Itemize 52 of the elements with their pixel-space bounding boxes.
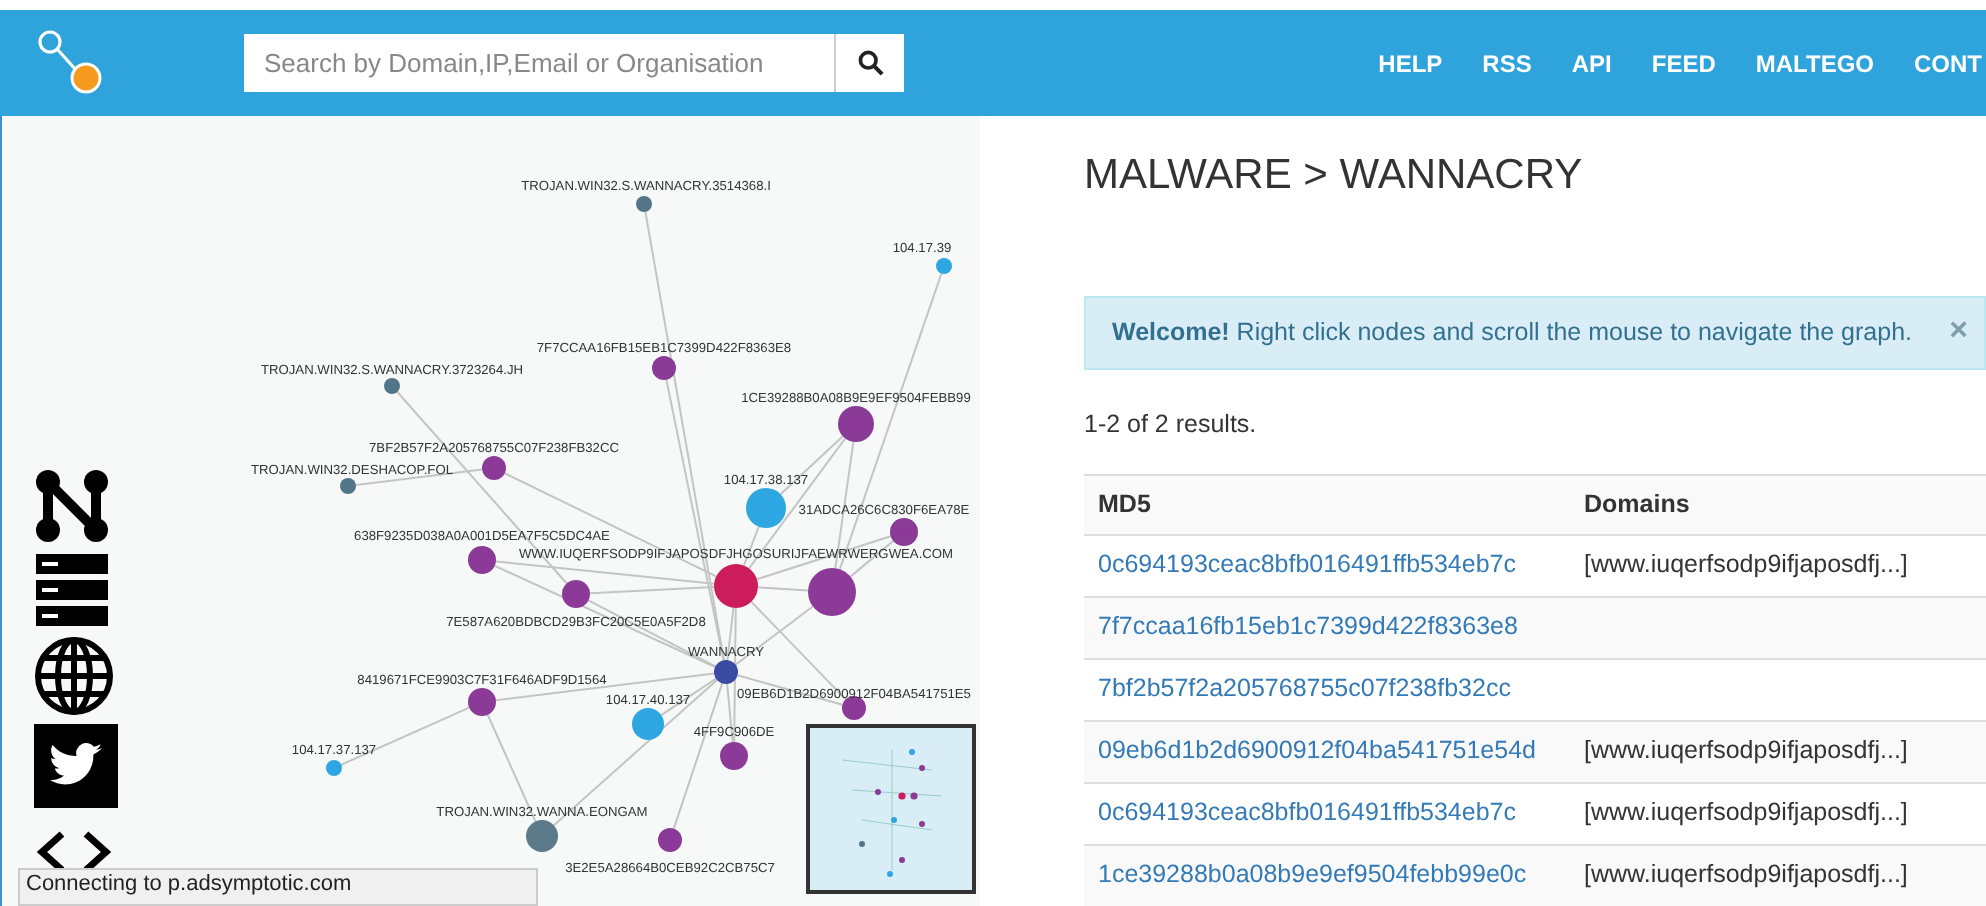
minimap[interactable] xyxy=(806,724,976,894)
graph-node[interactable] xyxy=(842,696,866,720)
md5-link[interactable]: 0c694193ceac8bfb016491ffb534eb7c xyxy=(1098,550,1516,579)
graph-node[interactable] xyxy=(326,760,342,776)
graph-node[interactable] xyxy=(482,456,506,480)
alert-message: Welcome! Right click nodes and scroll the mouse to navigate the graph. xyxy=(1112,316,1912,350)
md5-link[interactable]: 09eb6d1b2d6900912f04ba541751e54d xyxy=(1098,736,1536,765)
graph-node[interactable] xyxy=(746,488,786,528)
graph-node[interactable] xyxy=(714,660,738,684)
globe-icon[interactable] xyxy=(34,636,114,716)
graph-node[interactable] xyxy=(714,564,758,608)
nav-link[interactable]: API xyxy=(1571,45,1612,81)
nav-link[interactable]: CONT xyxy=(1914,45,1982,81)
graph-node[interactable] xyxy=(384,378,400,394)
graph-node[interactable] xyxy=(562,580,590,608)
graph-node[interactable] xyxy=(526,820,558,852)
domains-cell: [www.iuqerfsodp9ifjaposdfj...] xyxy=(1584,550,1908,579)
graph-node[interactable] xyxy=(720,742,748,770)
search-field[interactable]: Search by Domain,IP,Email or Organisation xyxy=(244,34,834,92)
nav-link[interactable]: FEED xyxy=(1651,45,1716,81)
graph-node[interactable] xyxy=(808,568,856,616)
graph-node[interactable] xyxy=(936,258,952,274)
nav-link[interactable]: RSS xyxy=(1482,45,1532,81)
nav-link[interactable]: HELP xyxy=(1378,45,1443,81)
column-header: Domains xyxy=(1584,474,1986,534)
graph-node[interactable] xyxy=(468,546,496,574)
graph-node[interactable] xyxy=(652,356,676,380)
graph-node[interactable] xyxy=(632,708,664,740)
edge-line xyxy=(756,586,810,592)
graph-node[interactable] xyxy=(890,518,918,546)
domains-cell: [www.iuqerfsodp9ifjaposdfj...] xyxy=(1584,798,1908,827)
graph-node[interactable] xyxy=(838,406,874,442)
search-button[interactable] xyxy=(834,34,904,92)
graph-node[interactable] xyxy=(340,478,356,494)
bird-icon[interactable] xyxy=(34,724,118,808)
md5-link[interactable]: 7bf2b57f2a205768755c07f238fb32cc xyxy=(1098,674,1511,703)
server-icon[interactable] xyxy=(34,552,110,628)
status-text: Connecting to p.adsymptotic.com xyxy=(18,868,538,906)
graph-node[interactable] xyxy=(636,196,652,212)
column-header: MD5 xyxy=(1084,474,1584,534)
domains-cell: [www.iuqerfsodp9ifjaposdfj...] xyxy=(1584,736,1908,765)
nav-link[interactable]: MALTEGO xyxy=(1755,45,1874,81)
results-count: 1-2 of 2 results. xyxy=(1084,407,1259,442)
domains-cell: [www.iuqerfsodp9ifjaposdfj...] xyxy=(1584,860,1908,889)
search-icon xyxy=(857,50,883,76)
network-icon[interactable] xyxy=(34,468,110,544)
close-button[interactable]: × xyxy=(1949,316,1968,349)
graph-node[interactable] xyxy=(468,688,496,716)
md5-link[interactable]: 1ce39288b0a08b9e9ef9504febb99e0c xyxy=(1098,860,1527,889)
md5-link[interactable]: 0c694193ceac8bfb016491ffb534eb7c xyxy=(1098,798,1516,827)
breadcrumb-title: MALWARE > WANNACRY xyxy=(1084,150,1585,202)
graph-node[interactable] xyxy=(658,828,682,852)
